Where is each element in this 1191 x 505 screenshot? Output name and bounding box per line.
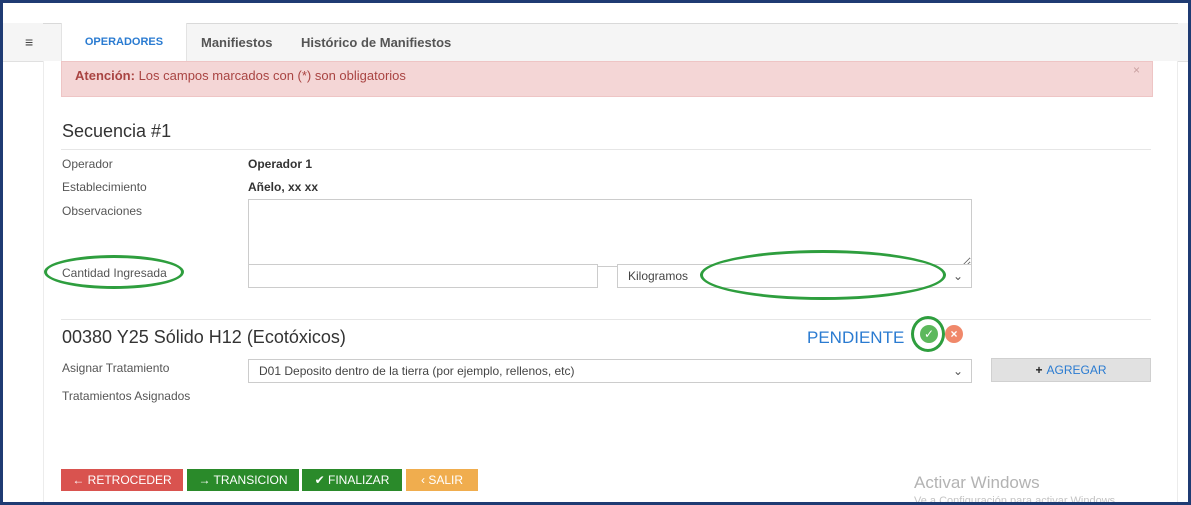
asignar-label: Asignar Tratamiento: [62, 361, 170, 375]
highlight-cantidad: [44, 255, 184, 289]
plus-icon: +: [1035, 363, 1043, 377]
establecimiento-value: Añelo, xx xx: [248, 180, 319, 194]
agregar-button[interactable]: + AGREGAR: [991, 358, 1151, 382]
tab-manifiestos[interactable]: Manifiestos: [201, 35, 273, 50]
alert-strong: Atención:: [75, 68, 135, 83]
waste-title: 00380 Y25 Sólido H12 (Ecotóxicos): [62, 327, 346, 347]
app-frame: ≡ OPERADORES Manifiestos Histórico de Ma…: [0, 0, 1191, 505]
transicion-button[interactable]: → TRANSICION: [187, 469, 299, 491]
tab-historico-manifiestos[interactable]: Histórico de Manifiestos: [301, 35, 451, 50]
establecimiento-label: Establecimiento: [62, 180, 147, 194]
sequence-title: Secuencia #1: [62, 121, 172, 141]
close-icon[interactable]: ×: [1133, 63, 1140, 77]
operador-label: Operador: [62, 157, 113, 171]
tratamiento-selected: D01 Deposito dentro de la tierra (por ej…: [259, 364, 575, 378]
unidad-selected: Kilogramos: [628, 269, 689, 283]
chevron-down-icon: ⌄: [952, 364, 963, 378]
windows-watermark-subtitle: Ve a Configuración para activar Windows.: [914, 495, 1119, 505]
divider: [61, 319, 1151, 320]
alert-message: Atención: Los campos marcados con (*) so…: [75, 68, 406, 83]
asignados-label: Tratamientos Asignados: [62, 389, 191, 403]
tab-operadores[interactable]: OPERADORES: [61, 23, 187, 61]
chevron-down-icon: ⌄: [952, 269, 963, 283]
required-fields-alert: Atención: Los campos marcados con (*) so…: [61, 61, 1153, 97]
observaciones-label: Observaciones: [62, 204, 143, 218]
main-content: Atención: Los campos marcados con (*) so…: [43, 61, 1178, 505]
finalizar-button[interactable]: ✔ FINALIZAR: [302, 469, 402, 491]
retroceder-button[interactable]: ← RETROCEDER: [61, 469, 183, 491]
windows-watermark-title: Activar Windows: [914, 473, 1040, 492]
operador-value: Operador 1: [248, 157, 313, 171]
check-circle-icon[interactable]: ✓: [920, 325, 938, 343]
salir-button[interactable]: ‹ SALIR: [406, 469, 478, 491]
agregar-label: AGREGAR: [1046, 363, 1107, 377]
times-circle-icon[interactable]: ×: [945, 325, 963, 343]
highlight-unidad: [700, 250, 946, 300]
alert-text: Los campos marcados con (*) son obligato…: [134, 68, 406, 83]
status-pendiente: PENDIENTE: [807, 328, 905, 347]
cantidad-input[interactable]: [248, 264, 598, 288]
nav-divider: [43, 23, 1178, 24]
menu-icon[interactable]: ≡: [25, 34, 33, 50]
divider: [61, 149, 1151, 150]
top-nav: ≡ OPERADORES Manifiestos Histórico de Ma…: [3, 23, 1188, 62]
tratamiento-select[interactable]: D01 Deposito dentro de la tierra (por ej…: [248, 359, 972, 383]
